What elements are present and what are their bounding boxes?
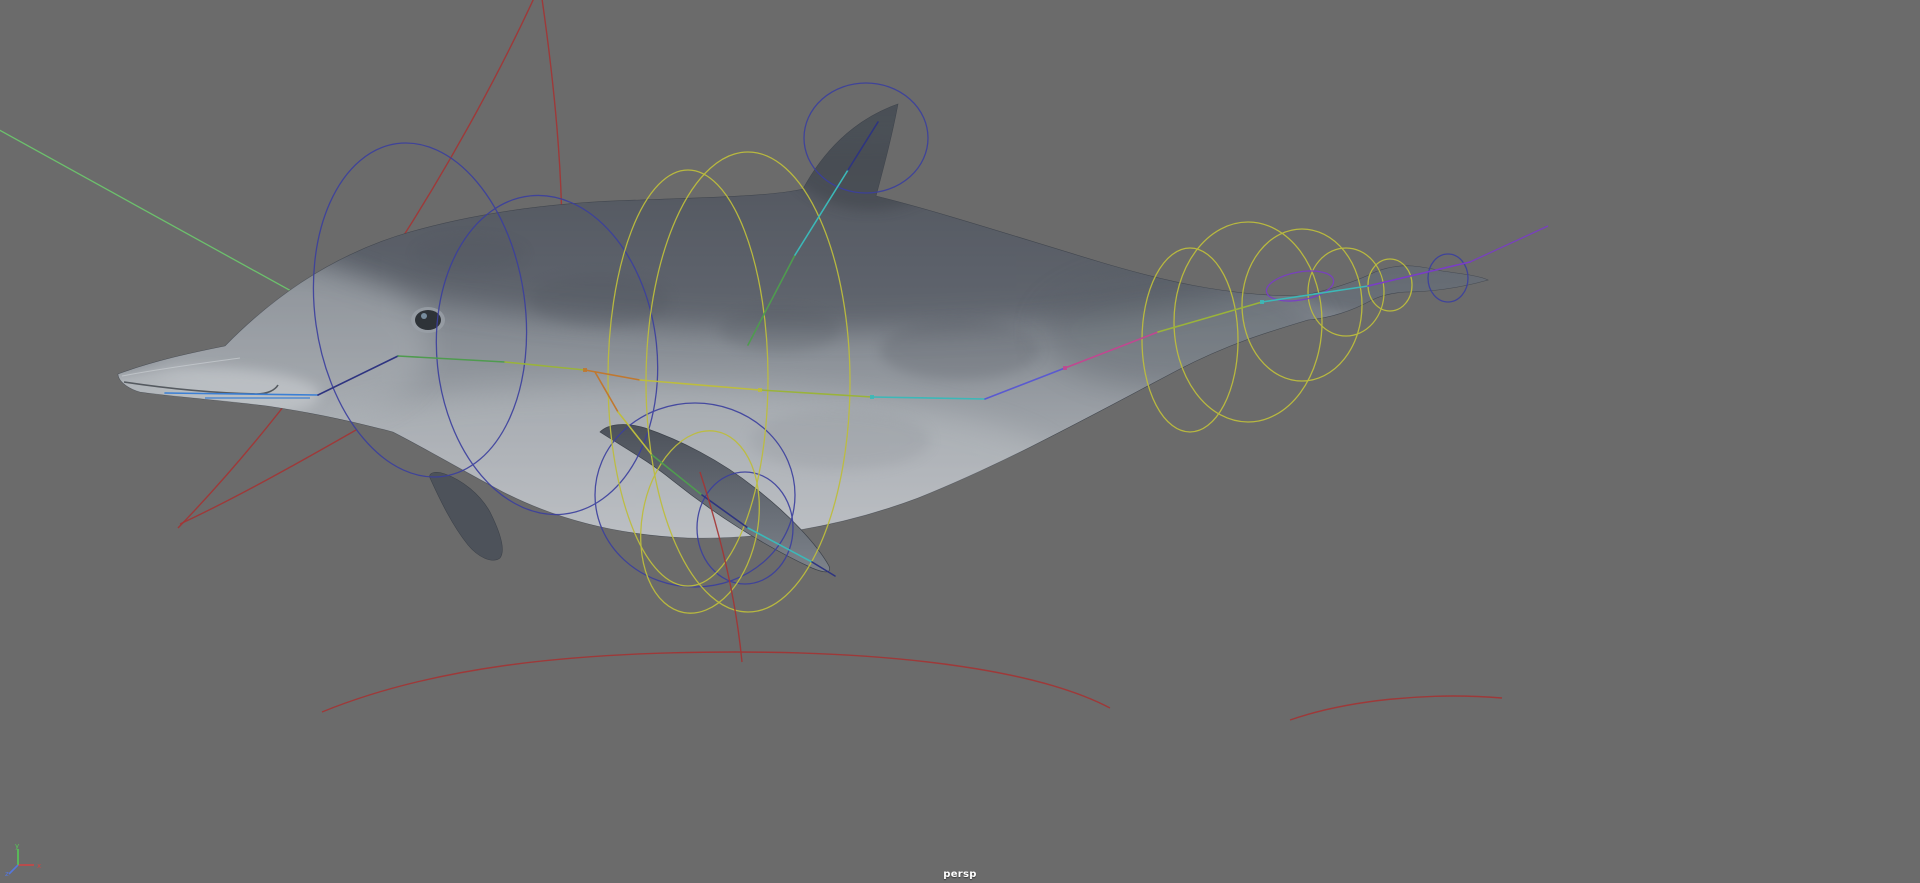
- dolphin-eye: [411, 307, 445, 333]
- viewport-canvas[interactable]: [0, 0, 1920, 883]
- axis-y-label: y: [15, 843, 19, 850]
- axis-z-line: [8, 864, 19, 875]
- camera-label: persp: [943, 869, 977, 880]
- axis-x-label: x: [37, 862, 41, 870]
- axis-z-label: z: [5, 870, 9, 877]
- axis-gizmo[interactable]: x y z: [4, 843, 52, 877]
- viewport-3d-persp[interactable]: persp x y z: [0, 0, 1920, 883]
